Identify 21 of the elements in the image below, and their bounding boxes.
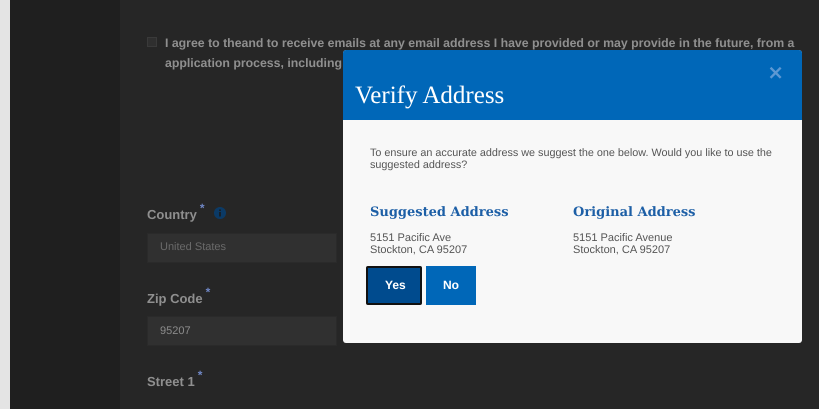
dialog-button[interactable]: No bbox=[426, 266, 476, 304]
address-line: Stockton, CA 95207 bbox=[573, 244, 672, 256]
info-icon[interactable] bbox=[214, 207, 226, 219]
address-heading: Suggested Address bbox=[370, 204, 510, 222]
dialog-button[interactable]: Yes bbox=[366, 266, 422, 304]
address-line: 5151 Pacific Ave bbox=[370, 232, 452, 244]
dialog-title: Verify Address bbox=[355, 83, 504, 108]
field-label: Zip Code bbox=[147, 290, 203, 308]
dialog-message: To ensure an accurate address we suggest the one below. Would you like to use the suggested address? bbox=[370, 147, 773, 171]
consent-text: application process, including bbox=[165, 55, 342, 72]
address-line: Stockton, CA 95207 bbox=[370, 244, 468, 256]
required-mark: * bbox=[206, 284, 210, 300]
required-mark: * bbox=[200, 200, 205, 217]
address-line: 5151 Pacific Avenue bbox=[573, 232, 674, 244]
input-field[interactable]: 95207 bbox=[147, 316, 337, 346]
input-field[interactable]: United States bbox=[147, 232, 337, 262]
field-label: Country bbox=[147, 206, 197, 224]
address-heading: Original Address bbox=[573, 204, 697, 222]
consent-text: I agree to theand to receive emails at any email address I have provided or may provide in the future, from a bbox=[165, 35, 794, 52]
required-mark: * bbox=[198, 367, 202, 384]
field-label: Street 1 bbox=[147, 373, 195, 391]
